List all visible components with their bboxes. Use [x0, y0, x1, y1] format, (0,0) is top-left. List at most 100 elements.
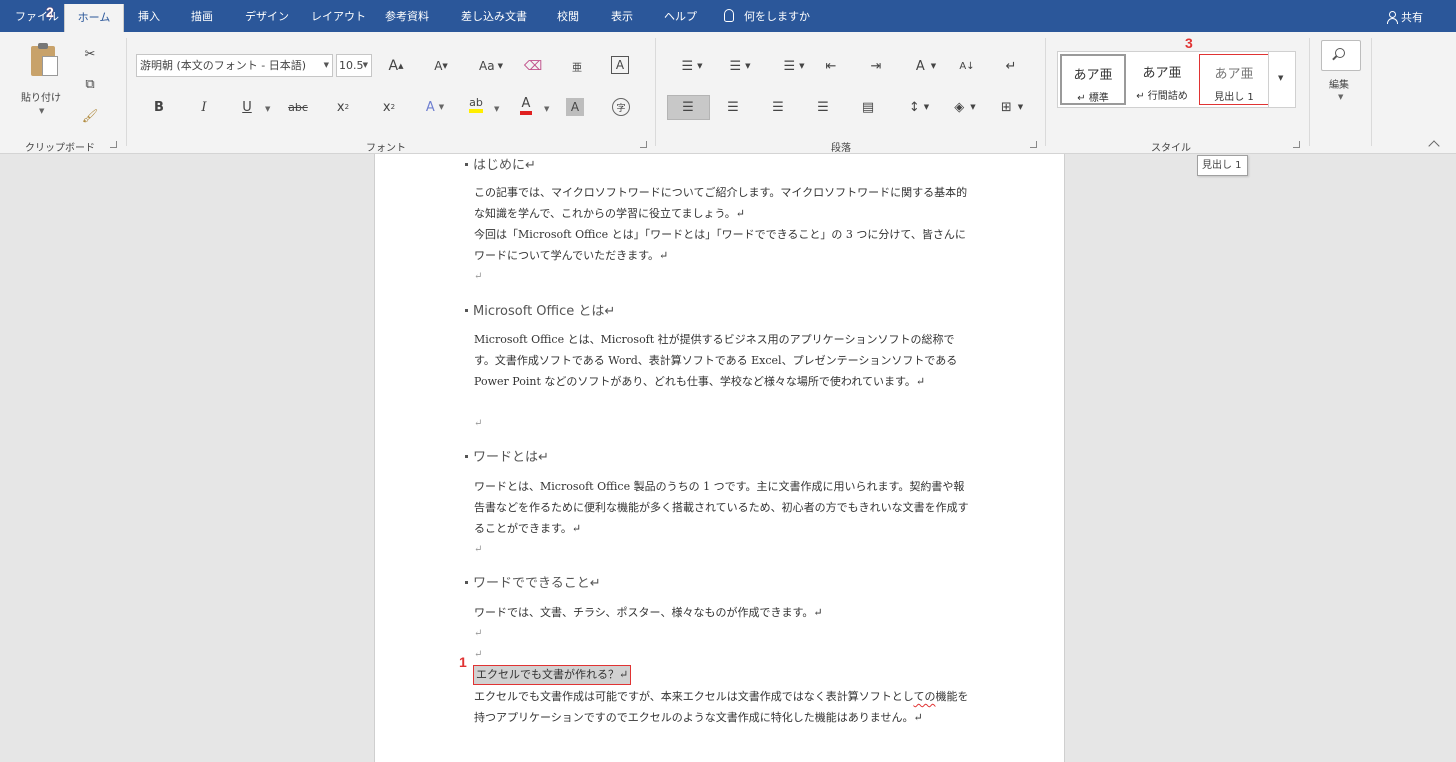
align-center-icon[interactable]: ☰ [724, 98, 742, 116]
tab-insert[interactable]: 挿入 [138, 0, 160, 32]
increase-indent-icon[interactable]: ⇥ [867, 57, 885, 75]
style-normal[interactable]: あア亜 ↵ 標準 [1060, 54, 1126, 105]
heading-what-word-can-do[interactable]: ワードでできること↵ [465, 572, 601, 591]
collapse-ribbon-icon[interactable] [1428, 140, 1440, 152]
font-family-select[interactable]: 游明朝 (本文のフォント - 日本語) ▼ [136, 54, 333, 77]
editing-dropdown-icon[interactable]: ▼ [1338, 93, 1343, 101]
multilevel-list-icon[interactable]: ☰ ▼ [778, 57, 810, 75]
shrink-font-icon[interactable]: A ▼ [431, 57, 451, 75]
styles-launcher-icon[interactable] [1293, 141, 1300, 148]
paragraph-excel[interactable]: エクセルでも文書作成は可能ですが、本来エクセルは文書作成ではなく表計算ソフトとし… [474, 686, 970, 728]
find-button[interactable] [1321, 40, 1361, 71]
highlight-color-icon[interactable]: ab [465, 94, 487, 114]
heading-introduction[interactable]: はじめに↵ [465, 154, 536, 173]
heading-bullet [465, 163, 468, 166]
font-group-label: フォント [366, 143, 406, 154]
bold-icon[interactable]: B [150, 98, 168, 116]
tab-layout[interactable]: レイアウト [311, 0, 366, 32]
font-color-icon[interactable]: A [515, 95, 537, 115]
style-name: 見出し 1 [1214, 92, 1254, 103]
character-border-icon[interactable]: A [611, 56, 629, 74]
style-preview: あア亜 [1073, 68, 1113, 83]
underline-icon[interactable]: U [238, 98, 256, 116]
italic-icon[interactable]: I [195, 98, 213, 116]
borders-icon[interactable]: ⊞ ▼ [994, 98, 1030, 116]
paste-icon[interactable] [31, 43, 58, 76]
align-right-icon[interactable]: ☰ [769, 98, 787, 116]
subscript-icon[interactable]: x2 [334, 98, 352, 116]
scissors-icon[interactable]: ✂ [81, 46, 99, 62]
tell-me-box[interactable]: 何をしますか [724, 0, 810, 32]
style-name: ↵ 標準 [1077, 93, 1109, 104]
font-launcher-icon[interactable] [640, 141, 647, 148]
step-number-2: 2 [46, 4, 54, 20]
phonetic-guide-icon[interactable]: 亜 [568, 56, 586, 76]
sort-icon[interactable]: A↓ [958, 57, 976, 75]
show-formatting-icon[interactable]: ↵ [1002, 57, 1020, 75]
paragraph-launcher-icon[interactable] [1030, 141, 1037, 148]
tab-help[interactable]: ヘルプ [664, 0, 697, 32]
underline-dropdown-icon[interactable]: ▼ [265, 105, 270, 113]
tab-references[interactable]: 参考資料 [385, 0, 429, 32]
heading-what-is-word[interactable]: ワードとは↵ [465, 446, 549, 465]
tab-mailings[interactable]: 差し込み文書 [461, 0, 527, 32]
font-size-select[interactable]: 10.5 ▼ [336, 54, 372, 77]
text-effects-icon[interactable]: A ▼ [422, 98, 448, 116]
highlight-dropdown-icon[interactable]: ▼ [494, 105, 499, 113]
tab-review[interactable]: 校閲 [557, 0, 579, 32]
style-gallery: あア亜 ↵ 標準 あア亜 ↵ 行間詰め あア亜 見出し 1 [1057, 51, 1296, 108]
strikethrough-icon[interactable]: abc [287, 98, 309, 116]
chevron-down-icon: ▼ [362, 61, 368, 69]
paste-dropdown-icon[interactable]: ▼ [39, 107, 44, 115]
paragraph-mark: ↵ [474, 418, 483, 429]
font-color-dropdown-icon[interactable]: ▼ [544, 105, 549, 113]
ribbon: 貼り付け ▼ ✂ ⧉ 🖌 クリップボード 游明朝 (本文のフォント - 日本語)… [0, 32, 1456, 154]
heading-bullet [465, 309, 468, 312]
heading-microsoft-office[interactable]: Microsoft Office とは↵ [465, 300, 615, 319]
tab-draw[interactable]: 描画 [191, 0, 213, 32]
style-heading-1[interactable]: あア亜 見出し 1 [1199, 54, 1269, 105]
spelling-squiggle: ての [913, 690, 936, 703]
search-icon [1335, 48, 1345, 58]
change-case-icon[interactable]: Aa ▼ [474, 57, 508, 75]
share-button[interactable]: 共有 [1386, 0, 1423, 32]
line-spacing-icon[interactable]: ↕ ▼ [903, 98, 935, 116]
paragraph-what-word-can-do[interactable]: ワードでは、文書、チラシ、ポスター、様々なものが作成できます。↵ [474, 602, 970, 623]
paragraph-intro-2[interactable]: 今回は「Microsoft Office とは」「ワードとは」「ワードでできるこ… [474, 224, 970, 266]
font-size-value: 10.5 [339, 59, 364, 72]
copy-icon[interactable]: ⧉ [81, 76, 99, 92]
decrease-indent-icon[interactable]: ⇤ [822, 57, 840, 75]
group-separator [1045, 38, 1046, 146]
style-preview: あア亜 [1214, 67, 1254, 82]
tab-home[interactable]: ホーム [64, 4, 124, 32]
selected-text-excel-heading[interactable]: エクセルでも文書が作れる？↵ [473, 665, 632, 685]
tell-me-label: 何をしますか [744, 10, 810, 23]
numbering-icon[interactable]: ☰ ▼ [724, 57, 756, 75]
paragraph-intro-1[interactable]: この記事では、マイクロソフトワードについてご紹介します。マイクロソフトワードに関… [474, 182, 970, 224]
share-label: 共有 [1401, 11, 1423, 24]
distributed-icon[interactable]: ▤ [859, 98, 877, 116]
paragraph-what-is-word[interactable]: ワードとは、Microsoft Office 製品のうちの 1 つです。主に文書… [474, 476, 970, 539]
bullets-icon[interactable]: ☰ ▼ [676, 57, 708, 75]
align-left-icon[interactable]: ☰ [679, 98, 697, 116]
grow-font-icon[interactable]: A ▲ [386, 57, 406, 75]
clear-formatting-icon[interactable]: ⌫ [524, 57, 542, 75]
enclose-characters-icon[interactable]: 字 [612, 98, 630, 116]
style-no-spacing[interactable]: あア亜 ↵ 行間詰め [1129, 54, 1195, 105]
character-shading-icon[interactable]: A [566, 98, 584, 116]
group-separator [1309, 38, 1310, 146]
tab-design[interactable]: デザイン [245, 0, 289, 32]
document-page[interactable]: はじめに↵ この記事では、マイクロソフトワードについてご紹介します。マイクロソフ… [374, 154, 1065, 762]
text-direction-icon[interactable]: A ▼ [910, 57, 942, 75]
shading-icon[interactable]: ◈ ▼ [947, 98, 983, 116]
tab-view[interactable]: 表示 [611, 0, 633, 32]
superscript-icon[interactable]: x2 [380, 98, 398, 116]
paragraph-microsoft-office[interactable]: Microsoft Office とは、Microsoft 社が提供するビジネス… [474, 329, 970, 392]
justify-icon[interactable]: ☰ [814, 98, 832, 116]
paste-button[interactable]: 貼り付け [21, 89, 61, 104]
clipboard-launcher-icon[interactable] [110, 141, 117, 148]
editing-button[interactable]: 編集 [1329, 76, 1349, 91]
group-separator [126, 38, 127, 146]
style-gallery-more-button[interactable]: ▼ [1268, 52, 1295, 107]
format-painter-icon[interactable]: 🖌 [81, 108, 99, 124]
